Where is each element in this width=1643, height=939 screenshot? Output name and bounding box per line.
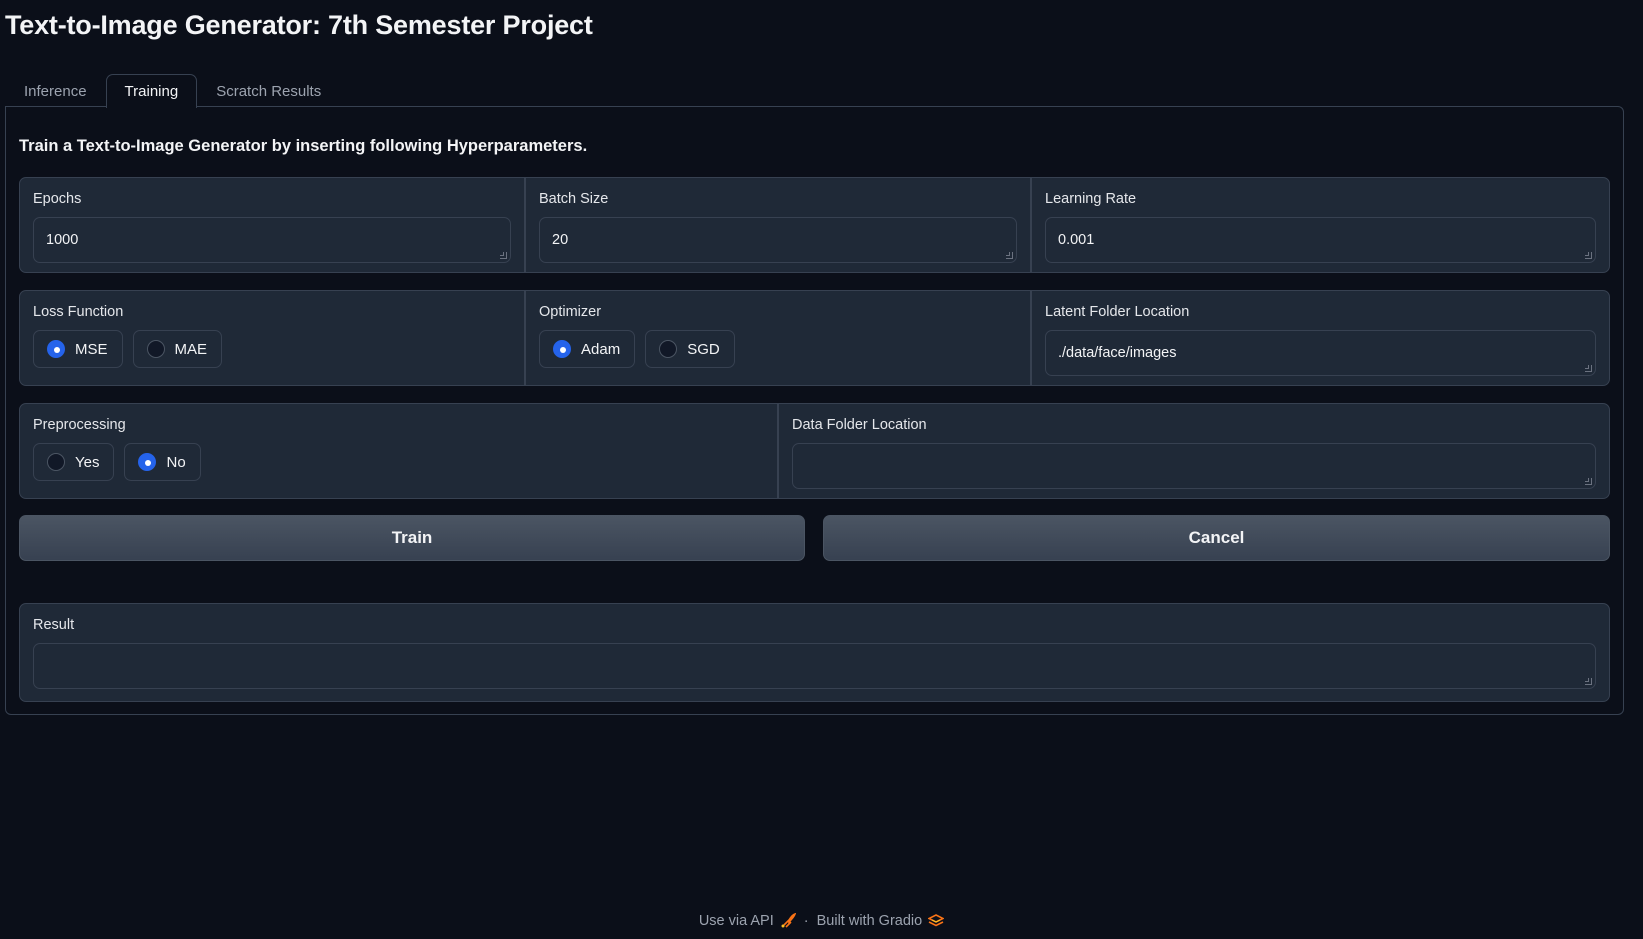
loss-mse-radio[interactable]: MSE bbox=[33, 330, 123, 368]
result-label: Result bbox=[33, 617, 75, 633]
training-panel: Train a Text-to-Image Generator by inser… bbox=[5, 106, 1624, 715]
data-folder-input[interactable] bbox=[792, 443, 1596, 489]
loss-mse-label: MSE bbox=[75, 340, 108, 358]
radio-selected-icon bbox=[553, 340, 571, 358]
hyperparameter-row-2: Loss Function MSE MAE Optimizer Adam SGD… bbox=[19, 290, 1610, 386]
optimizer-radio-group: Adam SGD bbox=[539, 330, 1017, 368]
loss-mae-label: MAE bbox=[174, 340, 208, 358]
tab-training[interactable]: Training bbox=[105, 74, 198, 108]
learning-rate-value: 0.001 bbox=[1058, 232, 1095, 248]
batch-size-label: Batch Size bbox=[539, 191, 609, 207]
latent-folder-value: ./data/face/images bbox=[1058, 345, 1177, 361]
footer: Use via API · Built with Gradio bbox=[0, 913, 1643, 929]
hyperparameter-row-3: Preprocessing Yes No Data Folder Locatio… bbox=[19, 403, 1610, 499]
radio-selected-icon bbox=[47, 340, 65, 358]
preprocessing-no-label: No bbox=[166, 453, 186, 471]
optimizer-sgd-radio[interactable]: SGD bbox=[645, 330, 735, 368]
batch-size-value: 20 bbox=[552, 232, 569, 248]
resize-handle-icon[interactable] bbox=[1585, 478, 1592, 485]
learning-rate-label: Learning Rate bbox=[1045, 191, 1137, 207]
loss-function-block: Loss Function MSE MAE bbox=[20, 291, 526, 385]
loss-function-label: Loss Function bbox=[33, 304, 124, 320]
preprocessing-yes-radio[interactable]: Yes bbox=[33, 443, 115, 481]
data-folder-block: Data Folder Location bbox=[779, 404, 1609, 498]
resize-handle-icon[interactable] bbox=[500, 252, 507, 259]
loss-function-radio-group: MSE MAE bbox=[33, 330, 511, 368]
cancel-button[interactable]: Cancel bbox=[823, 515, 1610, 561]
epochs-label: Epochs bbox=[33, 191, 82, 207]
radio-selected-icon bbox=[138, 453, 157, 471]
use-via-api-link[interactable]: Use via API bbox=[699, 913, 796, 929]
resize-handle-icon[interactable] bbox=[1006, 252, 1013, 259]
tab-bar: Inference Training Scratch Results bbox=[5, 74, 340, 108]
resize-handle-icon[interactable] bbox=[1585, 678, 1592, 685]
gradio-logo-icon bbox=[928, 914, 945, 927]
preprocessing-yes-label: Yes bbox=[75, 453, 100, 471]
epochs-block: Epochs 1000 bbox=[20, 178, 526, 272]
radio-unselected-icon bbox=[47, 453, 65, 471]
optimizer-sgd-label: SGD bbox=[687, 340, 720, 358]
preprocessing-no-radio[interactable]: No bbox=[124, 443, 201, 481]
preprocessing-radio-group: Yes No bbox=[33, 443, 764, 481]
preprocessing-label: Preprocessing bbox=[33, 417, 126, 433]
optimizer-adam-label: Adam bbox=[581, 340, 621, 358]
page-title: Text-to-Image Generator: 7th Semester Pr… bbox=[5, 10, 593, 40]
batch-size-input[interactable]: 20 bbox=[539, 217, 1017, 263]
hyperparameter-row-1: Epochs 1000 Batch Size 20 Learning Rate … bbox=[19, 177, 1610, 273]
epochs-input[interactable]: 1000 bbox=[33, 217, 511, 263]
result-row: Result bbox=[19, 603, 1610, 702]
radio-unselected-icon bbox=[659, 340, 678, 358]
rocket-icon bbox=[781, 913, 796, 928]
loss-mae-radio[interactable]: MAE bbox=[132, 330, 223, 368]
optimizer-label: Optimizer bbox=[539, 304, 602, 320]
tab-scratch-results[interactable]: Scratch Results bbox=[197, 74, 340, 107]
footer-separator: · bbox=[803, 913, 809, 929]
optimizer-adam-radio[interactable]: Adam bbox=[539, 330, 636, 368]
built-with-gradio-label: Built with Gradio bbox=[816, 913, 923, 929]
learning-rate-block: Learning Rate 0.001 bbox=[1032, 178, 1609, 272]
preprocessing-block: Preprocessing Yes No bbox=[20, 404, 779, 498]
latent-folder-input[interactable]: ./data/face/images bbox=[1045, 330, 1596, 376]
training-description: Train a Text-to-Image Generator by inser… bbox=[19, 137, 588, 155]
optimizer-block: Optimizer Adam SGD bbox=[526, 291, 1032, 385]
result-block: Result bbox=[20, 604, 1609, 701]
train-button[interactable]: Train bbox=[19, 515, 805, 561]
resize-handle-icon[interactable] bbox=[1585, 252, 1592, 259]
use-via-api-label: Use via API bbox=[698, 913, 774, 929]
epochs-value: 1000 bbox=[46, 232, 79, 248]
learning-rate-input[interactable]: 0.001 bbox=[1045, 217, 1596, 263]
batch-size-block: Batch Size 20 bbox=[526, 178, 1032, 272]
data-folder-label: Data Folder Location bbox=[792, 417, 927, 433]
latent-folder-block: Latent Folder Location ./data/face/image… bbox=[1032, 291, 1609, 385]
latent-folder-label: Latent Folder Location bbox=[1045, 304, 1190, 320]
result-output[interactable] bbox=[33, 643, 1596, 689]
radio-unselected-icon bbox=[146, 340, 165, 358]
resize-handle-icon[interactable] bbox=[1585, 365, 1592, 372]
tab-inference[interactable]: Inference bbox=[5, 74, 106, 107]
built-with-gradio-link[interactable]: Built with Gradio bbox=[817, 913, 945, 929]
